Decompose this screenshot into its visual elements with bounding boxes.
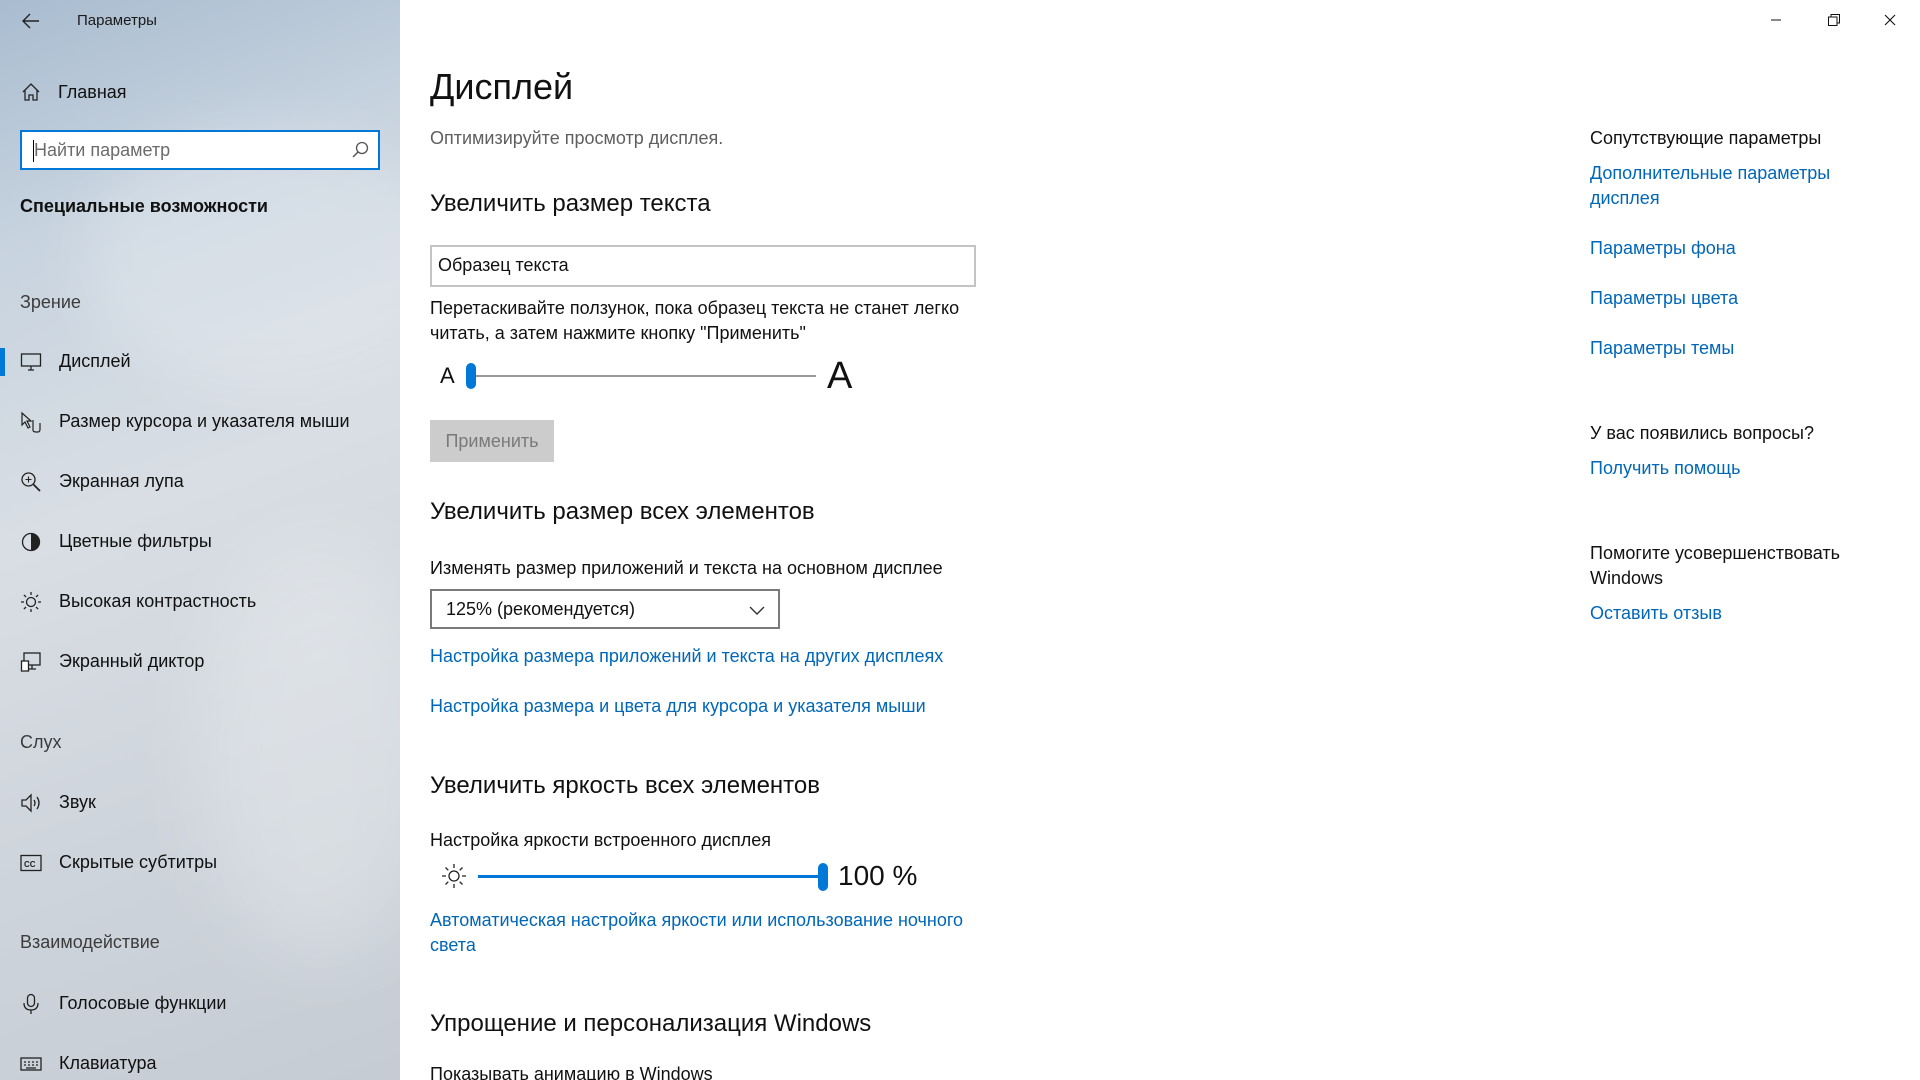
related-settings-heading: Сопутствующие параметры bbox=[1590, 128, 1822, 148]
cursor-icon bbox=[18, 410, 44, 434]
brightness-slider[interactable]: 100 % bbox=[430, 858, 950, 894]
slider-track[interactable] bbox=[478, 875, 824, 878]
sidebar-item-display[interactable]: Дисплей bbox=[0, 338, 400, 386]
sidebar-item-narrator[interactable]: Экранный диктор bbox=[0, 638, 400, 686]
search-input[interactable] bbox=[34, 138, 334, 162]
sidebar-item-label: Цветные фильтры bbox=[59, 531, 212, 551]
slider-track[interactable] bbox=[470, 375, 816, 377]
text-size-description: Перетаскивайте ползунок, пока образец те… bbox=[430, 298, 960, 343]
back-arrow-icon bbox=[22, 13, 39, 29]
brightness-label: Настройка яркости встроенного дисплея bbox=[430, 830, 772, 850]
sidebar-item-label: Голосовые функции bbox=[59, 993, 227, 1013]
sidebar-item-label: Экранный диктор bbox=[59, 651, 205, 671]
home-icon bbox=[19, 80, 43, 104]
sidebar-item-captions[interactable]: CC Скрытые субтитры bbox=[0, 839, 400, 887]
sidebar-item-speech[interactable]: Голосовые функции bbox=[0, 980, 400, 1028]
questions-heading: У вас появились вопросы? bbox=[1590, 423, 1814, 443]
contrast-icon bbox=[18, 590, 44, 614]
animation-setting-label: Показывать анимацию в Windows bbox=[430, 1064, 713, 1080]
minimize-button[interactable] bbox=[1748, 0, 1804, 40]
link-advanced-display[interactable]: Дополнительные параметры дисплея bbox=[1590, 161, 1880, 211]
keyboard-icon bbox=[18, 1052, 44, 1076]
link-color-settings[interactable]: Параметры цвета bbox=[1590, 286, 1880, 311]
scale-dropdown-value: 125% (рекомендуется) bbox=[446, 599, 635, 619]
back-button[interactable] bbox=[14, 6, 48, 36]
display-icon bbox=[18, 350, 44, 374]
text-size-slider[interactable]: A A bbox=[430, 355, 860, 399]
scale-heading: Увеличить размер всех элементов bbox=[430, 498, 815, 525]
sidebar-item-label: Главная bbox=[58, 81, 127, 102]
sidebar-item-sound[interactable]: Звук bbox=[0, 779, 400, 827]
brightness-heading: Увеличить яркость всех элементов bbox=[430, 772, 820, 799]
slider-thumb[interactable] bbox=[466, 363, 476, 389]
sidebar-item-keyboard[interactable]: Клавиатура bbox=[0, 1040, 400, 1080]
sidebar-item-label: Скрытые субтитры bbox=[59, 852, 218, 872]
sidebar: Параметры Главная Специальные возможност… bbox=[0, 0, 400, 1080]
text-caret bbox=[33, 140, 34, 162]
link-theme-settings[interactable]: Параметры темы bbox=[1590, 336, 1880, 361]
sidebar-item-label: Экранная лупа bbox=[59, 471, 184, 491]
text-size-heading: Увеличить размер текста bbox=[430, 190, 711, 217]
page-subtitle: Оптимизируйте просмотр дисплея. bbox=[430, 128, 724, 148]
restore-button[interactable] bbox=[1806, 0, 1862, 40]
captions-icon: CC bbox=[18, 851, 44, 875]
sidebar-item-label: Звук bbox=[59, 792, 96, 812]
link-other-displays[interactable]: Настройка размера приложений и текста на… bbox=[430, 646, 943, 667]
link-auto-brightness[interactable]: Автоматическая настройка яркости или исп… bbox=[430, 908, 1000, 958]
personalize-heading: Упрощение и персонализация Windows bbox=[430, 1010, 872, 1037]
slider-thumb[interactable] bbox=[818, 863, 828, 891]
brightness-value: 100 % bbox=[838, 860, 918, 891]
link-cursor-settings[interactable]: Настройка размера и цвета для курсора и … bbox=[430, 696, 926, 717]
group-label-vision: Зрение bbox=[20, 292, 81, 312]
sidebar-item-label: Высокая контрастность bbox=[59, 591, 257, 611]
sample-text-preview: Образец текста bbox=[430, 245, 976, 287]
search-icon[interactable] bbox=[350, 140, 370, 160]
scale-dropdown[interactable]: 125% (рекомендуется) bbox=[430, 589, 780, 629]
restore-icon bbox=[1828, 14, 1840, 26]
page-title: Дисплей bbox=[430, 66, 574, 107]
chevron-down-icon bbox=[749, 606, 765, 615]
brightness-icon bbox=[442, 864, 466, 888]
sidebar-item-home[interactable]: Главная bbox=[0, 72, 400, 112]
minimize-icon bbox=[1771, 19, 1781, 21]
app-title: Параметры bbox=[77, 12, 157, 29]
close-button[interactable] bbox=[1862, 0, 1918, 40]
color-filter-icon bbox=[18, 530, 44, 554]
magnifier-icon bbox=[18, 470, 44, 494]
group-label-hearing: Слух bbox=[20, 732, 62, 752]
link-get-help[interactable]: Получить помощь bbox=[1590, 456, 1880, 481]
improve-heading: Помогите усовершенствовать Windows bbox=[1590, 543, 1841, 588]
speaker-icon bbox=[18, 791, 44, 815]
link-feedback[interactable]: Оставить отзыв bbox=[1590, 601, 1880, 626]
apply-button[interactable]: Применить bbox=[430, 420, 554, 462]
slider-min-label: A bbox=[440, 363, 455, 388]
sidebar-item-magnifier[interactable]: Экранная лупа bbox=[0, 458, 400, 506]
sidebar-item-cursor[interactable]: Размер курсора и указателя мыши bbox=[0, 398, 400, 446]
search-field[interactable] bbox=[20, 130, 380, 170]
sidebar-item-label: Размер курсора и указателя мыши bbox=[59, 411, 350, 431]
sidebar-item-high-contrast[interactable]: Высокая контрастность bbox=[0, 578, 400, 626]
link-background-settings[interactable]: Параметры фона bbox=[1590, 236, 1880, 261]
svg-text:CC: CC bbox=[24, 860, 36, 869]
sidebar-item-label: Клавиатура bbox=[59, 1053, 157, 1073]
scale-label: Изменять размер приложений и текста на о… bbox=[430, 558, 943, 578]
group-label-interaction: Взаимодействие bbox=[20, 932, 160, 952]
close-icon bbox=[1884, 14, 1896, 26]
microphone-icon bbox=[18, 992, 44, 1016]
narrator-icon bbox=[18, 650, 44, 674]
sidebar-section-title: Специальные возможности bbox=[20, 196, 268, 216]
sidebar-item-color-filters[interactable]: Цветные фильтры bbox=[0, 518, 400, 566]
sidebar-item-label: Дисплей bbox=[59, 351, 131, 371]
slider-max-label: A bbox=[827, 355, 853, 397]
